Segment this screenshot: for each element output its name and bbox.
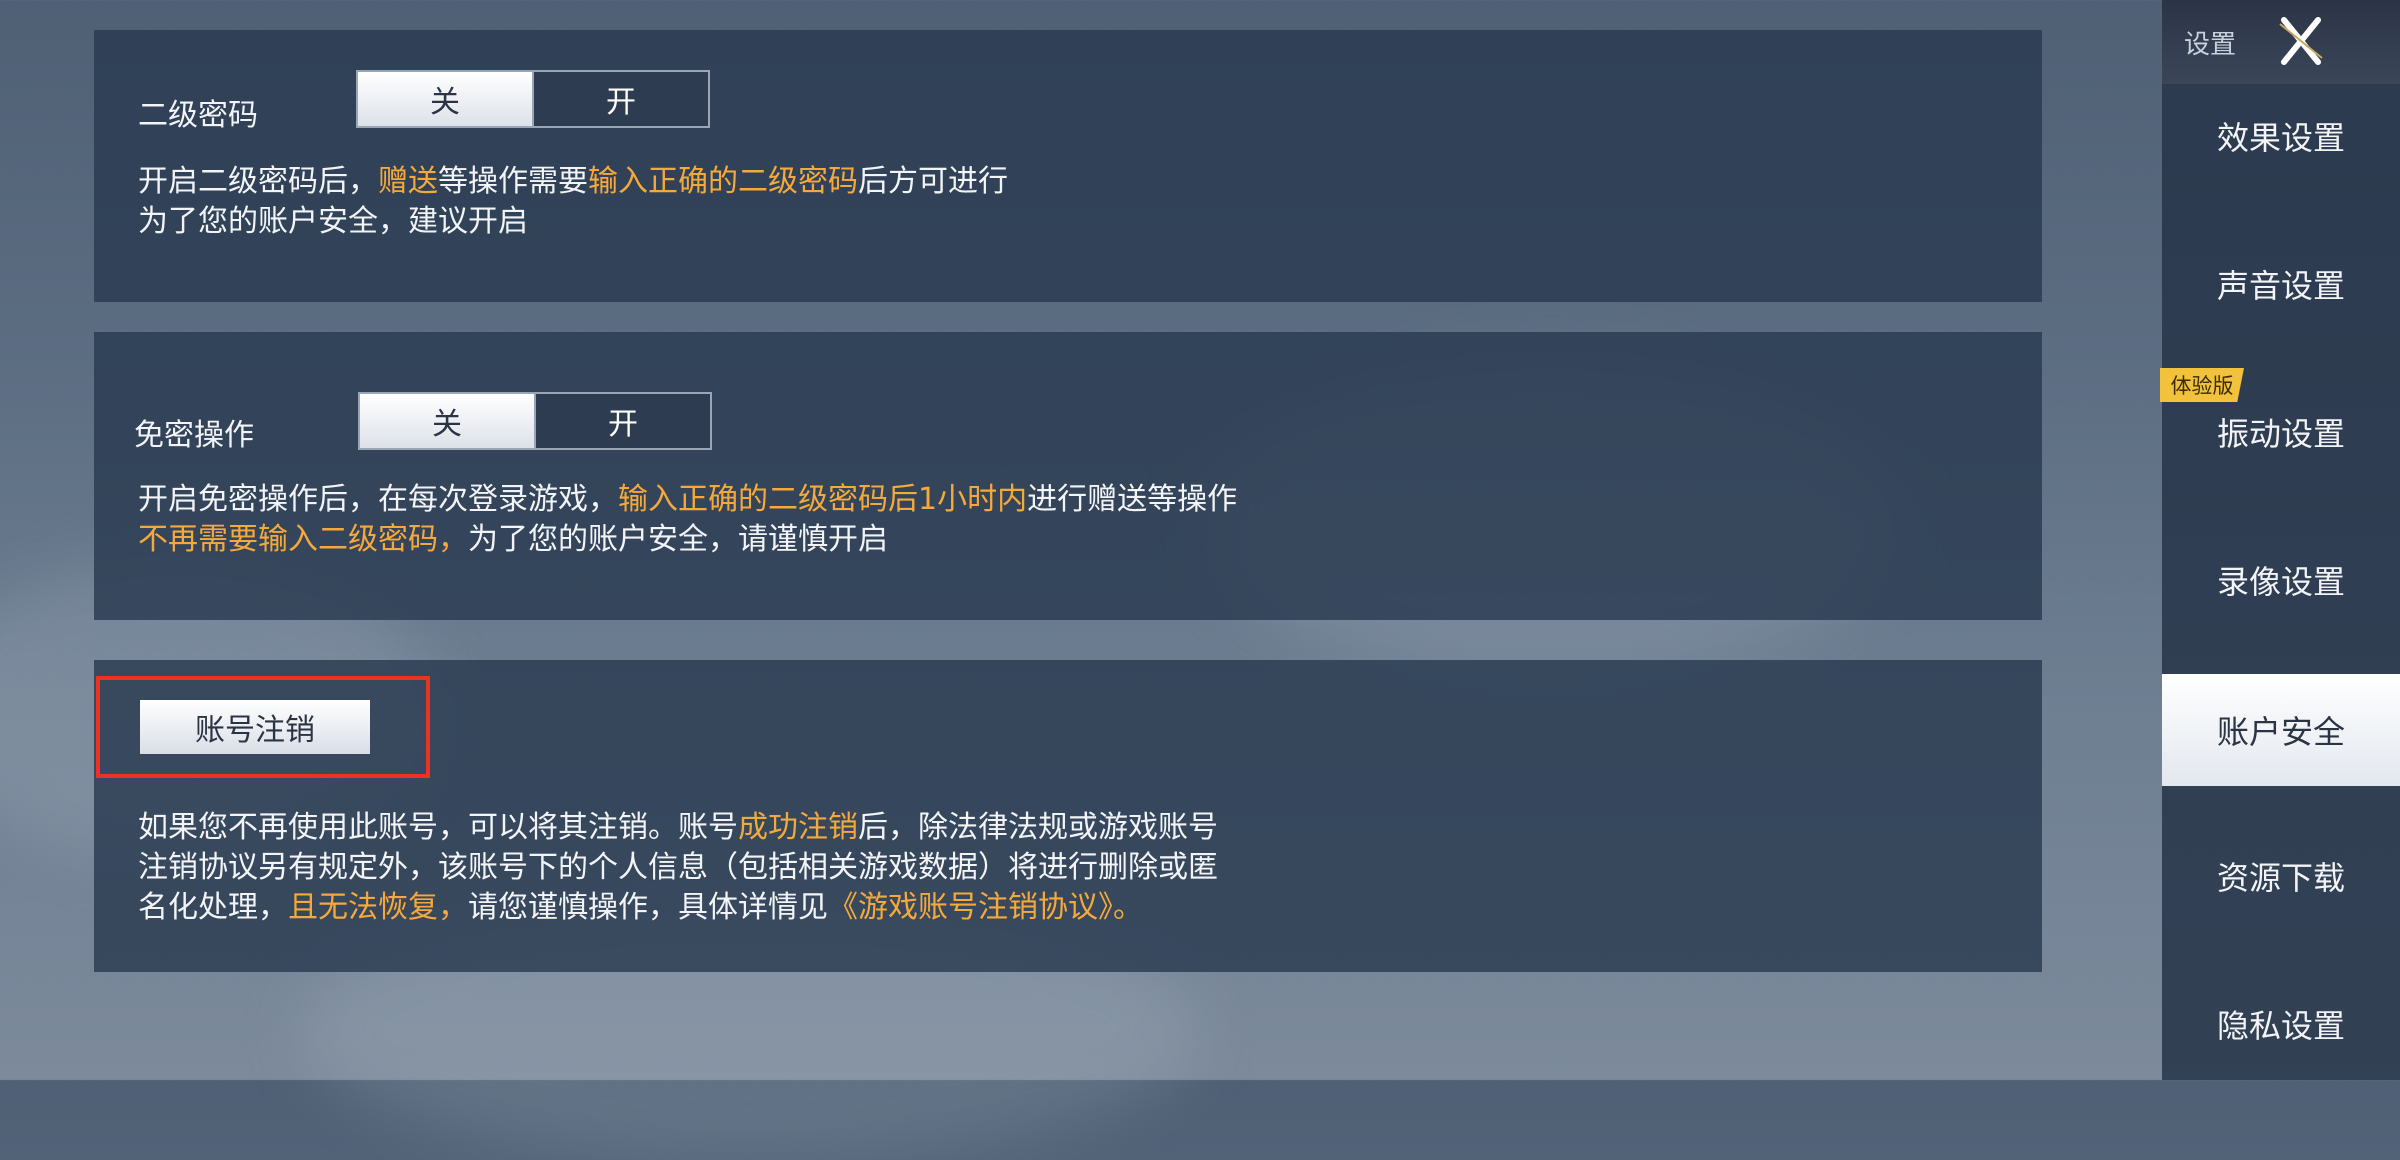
desc-text: 如果您不再使用此账号，可以将其注销。账号	[138, 810, 738, 845]
desc-text: 为了您的账户安全，建议开启	[138, 204, 528, 239]
secondary-password-label: 二级密码	[138, 98, 258, 133]
toggle-on-option[interactable]: 开	[532, 72, 708, 126]
desc-highlight: 输入正确的二级密码	[588, 164, 858, 199]
sidebar-item-effects[interactable]: 效果设置	[2162, 80, 2400, 192]
desc-highlight: 赠送	[378, 164, 438, 199]
close-icon[interactable]	[2262, 10, 2340, 72]
sidebar-item-sound[interactable]: 声音设置	[2162, 228, 2400, 340]
beta-badge: 体验版	[2160, 368, 2244, 402]
toggle-off-option[interactable]: 关	[360, 394, 534, 448]
sidebar-item-account-security[interactable]: 账户安全	[2162, 674, 2400, 786]
desc-text: 后方可进行	[858, 164, 1008, 199]
password-free-toggle[interactable]: 关 开	[358, 392, 712, 450]
highlight-outline	[96, 676, 430, 778]
settings-sidebar: 设置 效果设置 声音设置 振动设置 录像设置 账户安全 资源下载 隐私设置	[2162, 0, 2400, 1080]
secondary-password-toggle[interactable]: 关 开	[356, 70, 710, 128]
secondary-password-description: 开启二级密码后，赠送等操作需要输入正确的二级密码后方可进行 为了您的账户安全，建…	[138, 162, 1008, 242]
sidebar-item-recording[interactable]: 录像设置	[2162, 524, 2400, 636]
deregister-description: 如果您不再使用此账号，可以将其注销。账号成功注销后，除法律法规或游戏账号 注销协…	[138, 808, 1218, 928]
desc-text: 注销协议另有规定外，该账号下的个人信息（包括相关游戏数据）将进行删除或匿	[138, 850, 1218, 885]
desc-text: 进行赠送等操作	[1027, 482, 1238, 517]
sidebar-item-resource-download[interactable]: 资源下载	[2162, 820, 2400, 932]
sidebar-header: 设置	[2162, 0, 2400, 84]
desc-highlight: 成功注销	[738, 810, 858, 845]
desc-text: 名化处理，	[138, 890, 288, 925]
desc-text: 等操作需要	[438, 164, 588, 199]
settings-title: 设置	[2184, 30, 2237, 60]
desc-highlight: 不再需要输入二级密码，	[138, 522, 468, 557]
password-free-description: 开启免密操作后，在每次登录游戏，输入正确的二级密码后1小时内进行赠送等操作 不再…	[138, 480, 1237, 560]
desc-highlight: 输入正确的二级密码后1小时内	[618, 482, 1028, 517]
sidebar-item-privacy[interactable]: 隐私设置	[2162, 968, 2400, 1080]
toggle-off-option[interactable]: 关	[358, 72, 532, 126]
desc-text: 开启免密操作后，在每次登录游戏，	[138, 482, 618, 517]
agreement-link[interactable]: 《游戏账号注销协议》	[828, 890, 1113, 925]
password-free-panel: 免密操作 关 开 开启免密操作后，在每次登录游戏，输入正确的二级密码后1小时内进…	[94, 332, 2042, 620]
desc-text: 请您谨慎操作，具体详情见	[468, 890, 828, 925]
password-free-label: 免密操作	[134, 418, 254, 453]
toggle-on-option[interactable]: 开	[534, 394, 710, 448]
secondary-password-panel: 二级密码 关 开 开启二级密码后，赠送等操作需要输入正确的二级密码后方可进行 为…	[94, 30, 2042, 302]
desc-text: 开启二级密码后，	[138, 164, 378, 199]
desc-text: 。	[1113, 890, 1143, 925]
desc-text: 为了您的账户安全，请谨慎开启	[468, 522, 888, 557]
desc-text: 后，除法律法规或游戏账号	[858, 810, 1218, 845]
desc-highlight: 且无法恢复，	[288, 890, 468, 925]
